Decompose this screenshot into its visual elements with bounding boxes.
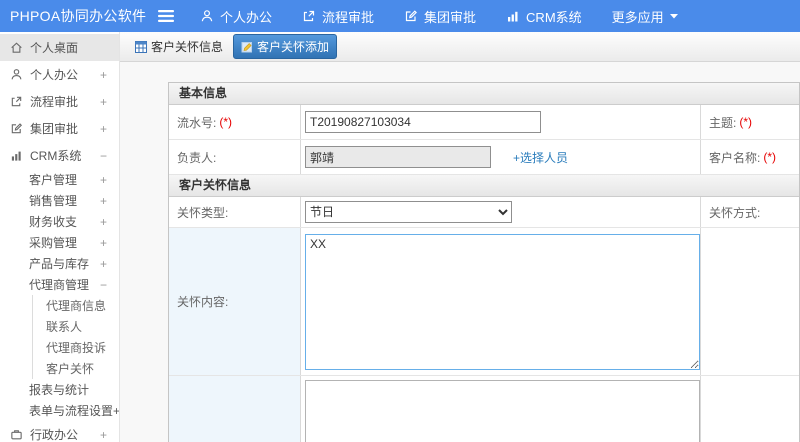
serial-label-cell: 流水号: (*) (169, 105, 301, 139)
customer-name-label-cell: 客户名称: (*) (701, 140, 799, 174)
bar-chart-icon (10, 149, 23, 162)
care-method-label: 关怀方式: (709, 205, 761, 220)
sidebar-item-finance[interactable]: 财务收支 + (0, 211, 119, 232)
sidebar-item-workflow-approval[interactable]: 流程审批 + (0, 88, 119, 115)
subject-label: 主题: (709, 115, 737, 130)
form-row-care-type: 关怀类型: 节日 关怀方式: (169, 197, 799, 228)
required-mark: (*) (739, 115, 753, 129)
app-logo: PHPOA协同办公软件 (10, 8, 147, 24)
plus-icon[interactable]: + (100, 68, 107, 82)
content-area: 基本信息 流水号: (*) 主题: (*) (120, 62, 800, 442)
nav-personal-office[interactable]: 个人办公 (200, 7, 272, 26)
care-add-form: 基本信息 流水号: (*) 主题: (*) (168, 82, 800, 442)
plus-icon[interactable]: + (100, 122, 107, 136)
edit-icon (404, 9, 418, 23)
subject-label-cell: 主题: (*) (701, 105, 799, 139)
tab-bar: 客户关怀信息 客户关怀添加 (120, 32, 800, 62)
plus-icon[interactable]: + (100, 428, 107, 442)
empty-label-cell (701, 376, 799, 442)
workflow-icon (302, 9, 316, 23)
care-type-select[interactable]: 节日 (305, 201, 512, 223)
owner-label-cell: 负责人: (169, 140, 301, 174)
form-row-owner: 负责人: +选择人员 客户名称: (*) (169, 140, 799, 175)
care-type-label-cell: 关怀类型: (169, 197, 301, 227)
bar-chart-icon (506, 9, 520, 23)
nav-workflow-approval[interactable]: 流程审批 (302, 7, 374, 26)
top-header: PHPOA协同办公软件 个人办公 流程审批 集团审批 CRM系统 更多应用 (0, 0, 800, 32)
agent-submenu: 代理商信息 联系人 代理商投诉 客户关怀 (32, 295, 119, 379)
plus-icon[interactable]: + (100, 236, 107, 250)
plus-icon[interactable]: + (100, 257, 107, 271)
plus-icon[interactable]: + (100, 194, 107, 208)
workflow-icon (10, 95, 23, 108)
owner-label: 负责人: (177, 150, 217, 165)
care-content-field-cell: XX (301, 228, 701, 375)
main-area: 客户关怀信息 客户关怀添加 基本信息 流水号: (*) T20190827103… (120, 32, 800, 442)
sidebar-item-crm-system[interactable]: CRM系统 − (0, 142, 119, 169)
serial-label: 流水号: (177, 115, 217, 130)
sidebar-item-personal-office[interactable]: 个人办公 + (0, 61, 119, 88)
form-row-care-content: 关怀内容: XX (169, 228, 799, 376)
care-type-field-cell: 节日 (301, 197, 701, 227)
required-mark: (*) (763, 150, 777, 164)
plus-icon[interactable]: + (100, 95, 107, 109)
briefcase-icon (10, 428, 23, 441)
sidebar-item-sales-mgmt[interactable]: 销售管理 + (0, 190, 119, 211)
sidebar-item-group-approval[interactable]: 集团审批 + (0, 115, 119, 142)
hamburger-icon[interactable] (158, 10, 174, 22)
serial-number-input[interactable] (305, 111, 541, 133)
user-icon (10, 68, 23, 81)
care-type-label: 关怀类型: (177, 205, 229, 220)
care-content-label-cell: 关怀内容: (169, 228, 301, 375)
form-row-serial: 流水号: (*) 主题: (*) (169, 105, 799, 140)
plus-icon[interactable]: + (100, 173, 107, 187)
form-row-extra (169, 376, 799, 442)
extra-field-cell (301, 376, 701, 442)
sidebar: 个人桌面 个人办公 + 流程审批 + 集团审批 + CRM系统 − 客户管理 +… (0, 32, 120, 442)
sidebar-item-agent-mgmt[interactable]: 代理商管理 − (0, 274, 119, 295)
sidebar-item-products-inventory[interactable]: 产品与库存 + (0, 253, 119, 274)
app-window: PHPOA协同办公软件 个人办公 流程审批 集团审批 CRM系统 更多应用 个人… (0, 0, 800, 442)
sidebar-item-form-workflow-settings[interactable]: 表单与流程设置+ (0, 400, 119, 421)
sidebar-item-contacts[interactable]: 联系人 (33, 316, 119, 337)
nav-group-approval[interactable]: 集团审批 (404, 7, 476, 26)
edit-add-icon (241, 41, 253, 53)
minus-icon[interactable]: − (100, 149, 107, 163)
care-content-textarea[interactable]: XX (305, 233, 700, 370)
tab-care-info[interactable]: 客户关怀信息 (128, 35, 230, 58)
section-header-basic-info: 基本信息 (169, 83, 799, 105)
required-mark: (*) (219, 115, 233, 129)
extra-label-cell (169, 376, 301, 442)
sidebar-item-personal-desktop[interactable]: 个人桌面 (0, 34, 119, 61)
empty-label-cell (701, 228, 799, 375)
customer-name-label: 客户名称: (709, 150, 761, 165)
table-icon (135, 40, 147, 53)
sidebar-item-reports-stats[interactable]: 报表与统计 (0, 379, 119, 400)
extra-textarea[interactable] (305, 380, 700, 442)
tab-care-add[interactable]: 客户关怀添加 (233, 34, 338, 59)
sidebar-item-agent-info[interactable]: 代理商信息 (33, 295, 119, 316)
home-icon (10, 41, 23, 54)
user-icon (200, 9, 214, 23)
nav-more-apps[interactable]: 更多应用 (612, 7, 678, 26)
sidebar-item-agent-complaints[interactable]: 代理商投诉 (33, 337, 119, 358)
section-header-care-info: 客户关怀信息 (169, 175, 799, 197)
nav-crm-system[interactable]: CRM系统 (506, 7, 582, 26)
owner-input[interactable] (305, 146, 491, 168)
caret-down-icon (669, 13, 678, 19)
owner-field-cell: +选择人员 (301, 140, 701, 174)
select-person-link[interactable]: +选择人员 (513, 149, 568, 166)
care-method-label-cell: 关怀方式: (701, 197, 799, 227)
sidebar-item-customer-care[interactable]: 客户关怀 (33, 358, 119, 379)
plus-icon[interactable]: + (100, 215, 107, 229)
sidebar-item-customer-mgmt[interactable]: 客户管理 + (0, 169, 119, 190)
sidebar-item-purchasing[interactable]: 采购管理 + (0, 232, 119, 253)
top-nav: 个人办公 流程审批 集团审批 CRM系统 更多应用 (200, 7, 678, 26)
care-content-label: 关怀内容: (177, 295, 229, 309)
serial-field-cell (301, 105, 701, 139)
minus-icon[interactable]: − (100, 278, 107, 292)
edit-icon (10, 122, 23, 135)
sidebar-item-admin-office[interactable]: 行政办公 + (0, 421, 119, 442)
